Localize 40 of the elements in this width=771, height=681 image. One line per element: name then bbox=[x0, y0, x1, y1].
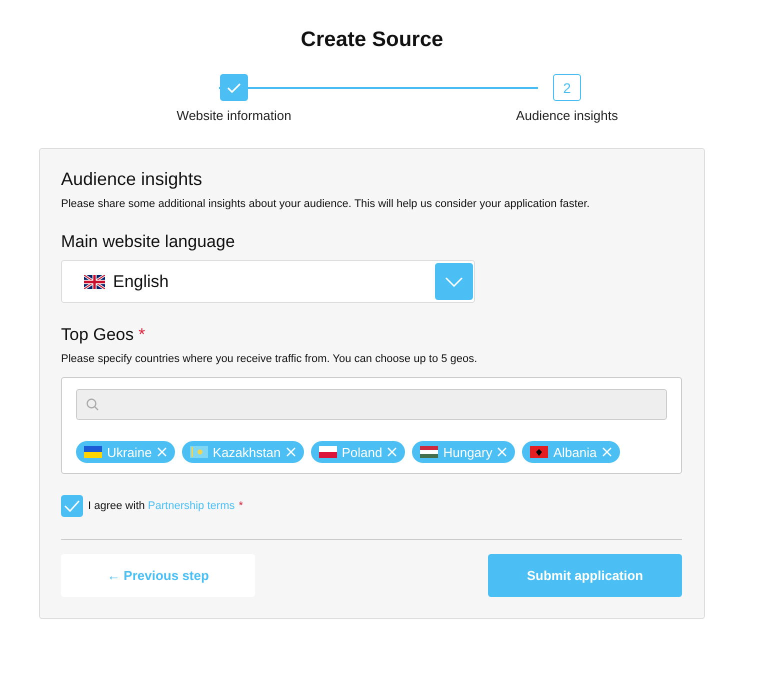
step-label: Audience insights bbox=[516, 108, 618, 123]
geos-description: Please specify countries where you receive traffic from. You can choose up to 5 geos. bbox=[61, 353, 478, 365]
step-marker: 2 bbox=[553, 74, 581, 101]
terms-link[interactable]: Partnership terms bbox=[148, 500, 235, 512]
geos-label: Top Geos bbox=[61, 325, 134, 344]
check-icon bbox=[64, 500, 80, 512]
remove-icon[interactable] bbox=[387, 447, 398, 457]
selected-language: English bbox=[113, 272, 170, 292]
language-label: Main website language bbox=[61, 232, 236, 252]
remove-icon[interactable] bbox=[286, 447, 296, 457]
remove-icon[interactable] bbox=[156, 447, 167, 457]
submit-button[interactable]: Submit application bbox=[488, 554, 682, 597]
caret-icon bbox=[445, 276, 463, 286]
page-title: Create Source bbox=[300, 28, 444, 52]
country-name: Kazakhstan bbox=[212, 444, 281, 460]
check-icon bbox=[227, 82, 241, 92]
country-name: Hungary bbox=[443, 444, 492, 460]
section-description: Please share some additional insights about your audience. This will help us consider your application faster. bbox=[61, 198, 591, 210]
flag-icon bbox=[84, 274, 105, 288]
country-name: Ukraine bbox=[107, 444, 152, 460]
agreement-text: I agree with Partnership terms bbox=[88, 500, 235, 512]
flag-icon bbox=[318, 446, 337, 458]
search-field[interactable] bbox=[76, 389, 667, 420]
agree-checkbox[interactable] bbox=[61, 495, 83, 517]
required-mark: * bbox=[238, 500, 244, 512]
flag-icon bbox=[84, 446, 102, 458]
flag-icon bbox=[530, 446, 548, 458]
flag-icon bbox=[190, 446, 208, 458]
section-heading: Audience insights bbox=[61, 169, 204, 190]
remove-icon[interactable] bbox=[497, 447, 508, 457]
remove-icon[interactable] bbox=[602, 447, 612, 457]
search-icon bbox=[86, 398, 99, 411]
dropdown-toggle[interactable] bbox=[435, 263, 473, 300]
required-mark: * bbox=[138, 325, 146, 344]
previous-step-button[interactable]: ← Previous step bbox=[61, 554, 255, 597]
flag-icon bbox=[420, 446, 438, 458]
step-label: Website information bbox=[176, 108, 292, 123]
country-name: Albania bbox=[553, 444, 597, 460]
country-name: Poland bbox=[342, 444, 382, 460]
language-dropdown[interactable]: English bbox=[61, 260, 475, 303]
